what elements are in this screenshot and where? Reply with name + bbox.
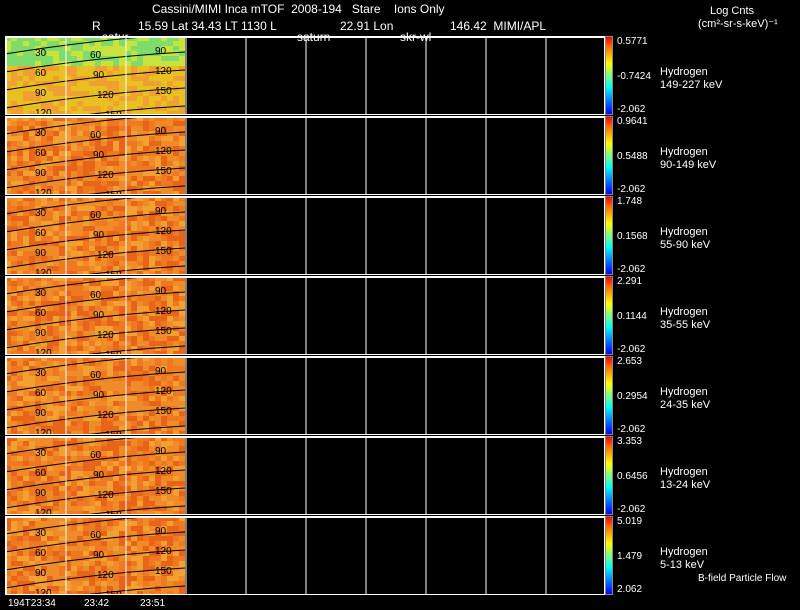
colorbar-min-label: -2.062 [617,504,646,515]
species-name: Hydrogen [660,386,708,398]
species-label: Hydrogen 13-24 keV [660,466,710,492]
species-name: Hydrogen [660,466,708,478]
panel-grid [5,516,605,595]
panel-grid [5,116,605,195]
energy-range: 5-13 keV [660,559,705,571]
r-label: R [92,19,101,33]
lon-readout: 22.91 Lon [340,19,394,33]
energy-range: 90-149 keV [660,159,717,171]
colorbar-max-label: 0.5771 [617,36,648,47]
colorbar [605,436,613,515]
heatmap-panel: 306090120609012015090120150 [5,516,605,595]
colorbar-mid-label: 0.6456 [617,471,648,482]
heatmap-panel: 306090120609012015090120150 [5,36,605,115]
chart-title: Cassini/MIMI Inca mTOF 2008-194 Stare Io… [152,2,445,16]
species-label: Hydrogen 24-35 keV [660,386,710,412]
panel-grid [5,196,605,275]
colorbar [605,116,613,195]
colorbar-mid-label: 1.479 [617,551,643,562]
colorbar-max-label: 2.291 [617,276,643,287]
energy-range: 149-227 keV [660,79,723,91]
species-label: Hydrogen 5-13 keV [660,546,708,572]
colorbar-min-label: -2.062 [617,264,646,275]
x-tick-label: 23:51 [140,598,166,609]
colorbar-min-label: -2.062 [617,184,646,195]
panel-grid [5,356,605,435]
colorbar-max-label: 0.9641 [617,116,648,127]
x-tick-label: 194T23:34 [8,598,56,609]
units-label: (cm²-sr-s-keV)⁻¹ [698,18,778,30]
heatmap-panel: 306090120609012015090120150 [5,436,605,515]
species-label: Hydrogen 35-55 keV [660,306,710,332]
colorbar-mid-label: 0.5488 [617,151,648,162]
colorbar-max-label: 2.653 [617,356,643,367]
panel-grid [5,276,605,355]
colorbar-mid-label: 0.1144 [617,311,647,322]
energy-range: 35-55 keV [660,319,711,331]
footer-note: B-field Particle Flow [698,573,787,584]
units-title: Log Cnts [710,5,755,17]
x-tick-label: 23:42 [84,598,110,609]
energy-range: 13-24 keV [660,479,711,491]
colorbar-min-label: -2.062 [617,424,646,435]
colorbar [605,196,613,275]
colorbar-min-label: -2.062 [617,344,646,355]
colorbar-max-label: 3.353 [617,436,643,447]
species-name: Hydrogen [660,306,708,318]
colorbar [605,356,613,435]
panel-grid [5,36,605,115]
colorbar-max-label: 5.019 [617,516,643,527]
species-label: Hydrogen 55-90 keV [660,226,710,252]
species-name: Hydrogen [660,546,708,558]
colorbar-mid-label: 0.2954 [617,391,648,402]
position-readout: 15.59 Lat 34.43 LT 1130 L [138,19,277,33]
colorbar [605,276,613,355]
species-label: Hydrogen 149-227 keV [660,66,722,92]
species-name: Hydrogen [660,66,708,78]
colorbar-min-label: 2.062 [617,584,643,595]
heatmap-panel: 306090120609012015090120150 [5,276,605,355]
colorbar-mid-label: 0.1568 [617,231,648,242]
energy-range: 55-90 keV [660,239,711,251]
energy-range: 24-35 keV [660,399,711,411]
heatmap-panel: 306090120609012015090120150 [5,356,605,435]
species-label: Hydrogen 90-149 keV [660,146,716,172]
colorbar-max-label: 1.748 [617,196,643,207]
heatmap-panel: 306090120609012015090120150 [5,196,605,275]
colorbar [605,36,613,115]
colorbar [605,516,613,595]
mimi-apl-readout: 146.42 MIMI/APL [450,19,547,33]
heatmap-panel: 306090120609012015090120150 [5,116,605,195]
species-name: Hydrogen [660,226,708,238]
panel-grid [5,436,605,515]
colorbar-min-label: -2.062 [617,104,646,115]
species-name: Hydrogen [660,146,708,158]
colorbar-mid-label: -0.7424 [617,71,651,82]
